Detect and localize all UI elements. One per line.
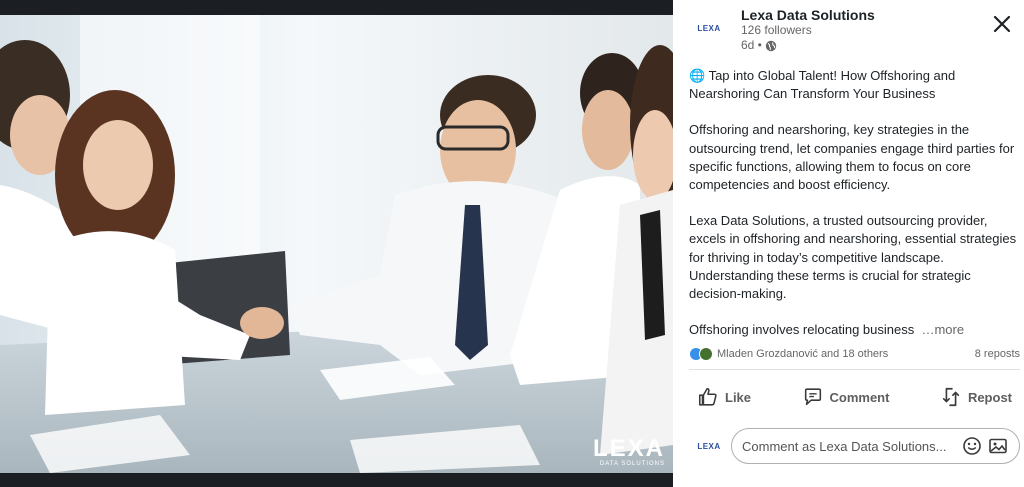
close-icon: [993, 15, 1011, 33]
commenter-avatar: LEXA: [689, 428, 729, 464]
post-paragraph-3: Offshoring involves relocating business …: [689, 321, 1019, 339]
repost-label: Repost: [967, 389, 1012, 405]
post-paragraph-2: Lexa Data Solutions, a trusted outsourci…: [689, 213, 1017, 302]
author-followers: 126 followers: [741, 23, 812, 37]
post-time: 6d •: [741, 38, 875, 53]
photo-button[interactable]: [985, 433, 1011, 459]
emoji-button[interactable]: [959, 433, 985, 459]
meeting-photo: [0, 15, 673, 473]
watermark-title: LEXA: [592, 435, 665, 462]
author-name[interactable]: Lexa Data Solutions: [741, 8, 875, 23]
post-details-panel: LEXA Lexa Data Solutions 126 followers 6…: [673, 0, 1024, 487]
watermark-subtitle: DATA SOLUTIONS: [599, 461, 665, 467]
close-button[interactable]: [988, 10, 1016, 38]
viewer-top-bar: [0, 0, 673, 15]
thumbs-up-icon: [698, 387, 717, 406]
comment-input[interactable]: [742, 438, 959, 454]
reactions-count[interactable]: Mladen Grozdanović and 18 others: [717, 348, 888, 360]
divider: [689, 369, 1020, 370]
post-time-text: 6d •: [741, 38, 762, 52]
post-paragraph-3-text: Offshoring involves relocating business: [689, 322, 915, 338]
company-logo[interactable]: LEXA: [689, 8, 729, 48]
post-author[interactable]: LEXA Lexa Data Solutions 126 followers 6…: [689, 8, 875, 53]
post-actions: Like Comment Repost: [689, 380, 1020, 414]
watermark-logo: LEXA DATA SOLUTIONS: [592, 435, 665, 468]
comment-label: Comment: [829, 389, 890, 405]
repost-button[interactable]: Repost: [932, 380, 1020, 414]
see-more-link[interactable]: …more: [921, 322, 964, 337]
viewer-bottom-bar: [0, 473, 673, 487]
support-reaction-icon: [699, 347, 713, 361]
reposts-count[interactable]: 8 reposts: [975, 348, 1020, 360]
repost-icon: [942, 387, 960, 407]
post-text: 🌐 Tap into Global Talent! How Offshoring…: [689, 67, 1019, 357]
globe-icon: [765, 40, 777, 51]
emoji-icon: [963, 437, 981, 455]
image-icon: [989, 438, 1007, 454]
like-button[interactable]: Like: [689, 380, 759, 414]
company-logo-text: LEXA: [697, 23, 721, 33]
social-counts: Mladen Grozdanović and 18 others 8 repos…: [689, 347, 1020, 361]
comment-button[interactable]: Comment: [794, 380, 898, 414]
commenter-avatar-text: LEXA: [697, 441, 721, 451]
reaction-icons[interactable]: [689, 347, 713, 361]
comment-composer: LEXA: [689, 428, 1020, 464]
comment-icon: [804, 388, 821, 406]
comment-box[interactable]: [731, 428, 1020, 464]
post-paragraph-1: Offshoring and nearshoring, key strategi…: [689, 122, 1015, 193]
author-meta: Lexa Data Solutions 126 followers 6d •: [741, 8, 875, 53]
like-label: Like: [725, 389, 752, 405]
post-headline: 🌐 Tap into Global Talent! How Offshoring…: [689, 68, 956, 102]
post-image[interactable]: LEXA DATA SOLUTIONS: [0, 15, 673, 473]
